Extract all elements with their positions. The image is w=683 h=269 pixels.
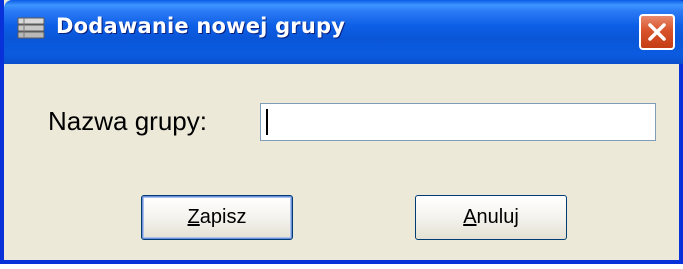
- save-button-accel: Z: [187, 206, 200, 228]
- save-button[interactable]: Zapisz: [141, 195, 293, 240]
- group-name-label: Nazwa grupy:: [48, 106, 207, 136]
- window-title: Dodawanie nowej grupy: [56, 14, 346, 38]
- close-icon: [648, 23, 666, 41]
- db-table-icon: [16, 16, 48, 42]
- cancel-button[interactable]: Anuluj: [415, 195, 567, 240]
- cancel-button-label: nuluj: [476, 206, 519, 228]
- save-button-label: apisz: [199, 206, 247, 228]
- close-button[interactable]: [639, 14, 675, 50]
- group-name-input[interactable]: [260, 103, 656, 141]
- dialog-window: Dodawanie nowej grupy Nazwa grupy: Zapis…: [0, 0, 683, 264]
- cancel-button-accel: A: [463, 206, 477, 228]
- title-bar[interactable]: Dodawanie nowej grupy: [4, 0, 683, 64]
- text-caret: [266, 109, 268, 135]
- background-strip: [0, 264, 683, 269]
